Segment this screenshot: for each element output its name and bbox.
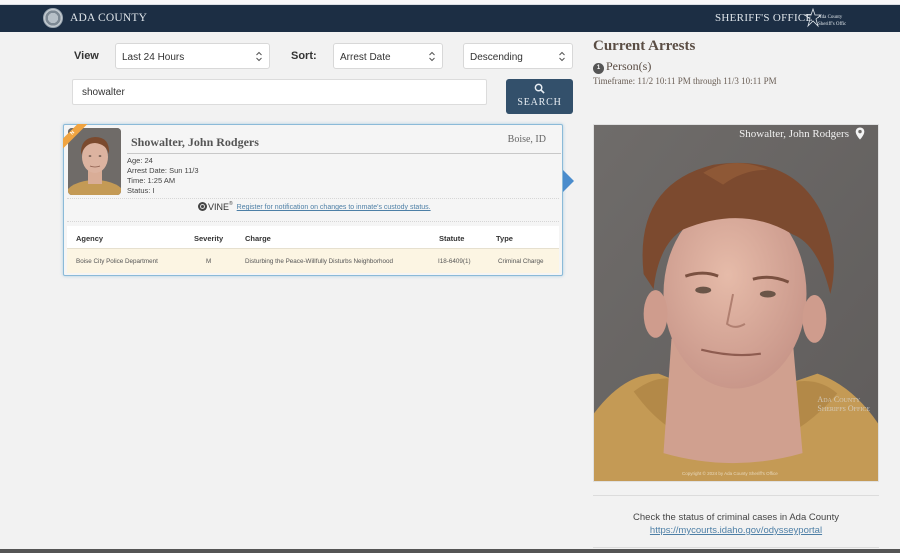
arrest-time: Time: 1:25 AM xyxy=(127,176,176,185)
svg-text:Ada County: Ada County xyxy=(818,15,843,20)
criminal-cases-text: Check the status of criminal cases in Ad… xyxy=(633,512,839,523)
brand-title[interactable]: ADA COUNTY xyxy=(70,12,147,24)
inmate-details: Age: 24 Arrest Date: Sun 11/3 Time: 1:25… xyxy=(127,156,199,196)
cell-statute: I18-6409(1) xyxy=(438,258,471,265)
sort-select[interactable]: Arrest Date xyxy=(333,43,443,69)
custody-status: Status: I xyxy=(127,186,155,195)
cell-charge: Disturbing the Peace-Willfully Disturbs … xyxy=(245,258,394,265)
window-bottom-edge xyxy=(0,549,900,553)
mugshot-image xyxy=(594,125,878,481)
select-caret-icon xyxy=(255,51,263,62)
col-charge: Charge xyxy=(245,234,271,243)
arrest-result-card[interactable]: N Showalter, John Rodgers Boise, ID Age:… xyxy=(63,124,563,276)
vine-register-link[interactable]: Register for notification on changes to … xyxy=(237,204,431,211)
search-button-label: SEARCH xyxy=(517,97,562,108)
col-agency: Agency xyxy=(76,234,104,243)
divider xyxy=(67,221,559,222)
sheriff-star-logo-icon[interactable]: Ada County Sheriff's Office xyxy=(803,7,849,31)
order-select[interactable]: Descending xyxy=(463,43,573,69)
new-ribbon-badge: N xyxy=(63,124,93,154)
inmate-city: Boise, ID xyxy=(507,134,546,145)
persons-count: 1 Person(s) xyxy=(593,59,651,74)
age: Age: 24 xyxy=(127,156,153,165)
photo-inmate-name: Showalter, John Rodgers xyxy=(739,128,849,140)
charges-header-row: Agency Severity Charge Statute Type xyxy=(67,226,559,249)
divider xyxy=(593,547,879,548)
divider xyxy=(67,198,559,199)
sort-select-value: Arrest Date xyxy=(340,52,391,63)
order-select-value: Descending xyxy=(470,52,523,63)
col-severity: Severity xyxy=(194,234,224,243)
persons-label: Person(s) xyxy=(606,59,652,73)
vine-logo-icon xyxy=(198,202,207,211)
photo-copyright: Copyright © 2024 by Ada County Sheriff's… xyxy=(682,471,778,476)
search-input[interactable] xyxy=(72,79,487,105)
cell-type: Criminal Charge xyxy=(498,258,544,265)
navbar: ADA COUNTY SHERIFF'S OFFICE Ada County S… xyxy=(0,5,900,32)
arrest-date: Arrest Date: Sun 11/3 xyxy=(127,166,199,175)
col-statute: Statute xyxy=(439,234,465,243)
select-caret-icon xyxy=(558,51,566,62)
divider xyxy=(593,495,879,496)
charges-table: Agency Severity Charge Statute Type Bois… xyxy=(67,226,559,273)
view-select-value: Last 24 Hours xyxy=(122,52,185,63)
count-badge: 1 xyxy=(593,63,604,74)
table-row[interactable]: Boise City Police Department M Disturbin… xyxy=(67,249,559,273)
divider xyxy=(127,153,561,154)
sheriffs-office-title[interactable]: SHERIFF'S OFFICE xyxy=(715,12,813,24)
selected-card-arrow-icon xyxy=(563,170,574,192)
current-arrests-title: Current Arrests xyxy=(593,38,696,54)
odyssey-portal-link[interactable]: https://mycourts.idaho.gov/odysseyportal xyxy=(593,525,879,536)
inmate-name[interactable]: Showalter, John Rodgers xyxy=(131,135,259,150)
mugshot-panel: Showalter, John Rodgers Ada County Sheri… xyxy=(593,124,879,482)
search-button[interactable]: SEARCH xyxy=(506,79,573,114)
svg-text:Sheriff's Office: Sheriff's Office xyxy=(818,22,846,27)
sort-label: Sort: xyxy=(291,50,317,62)
county-seal-icon[interactable] xyxy=(43,8,63,28)
view-select[interactable]: Last 24 Hours xyxy=(115,43,270,69)
col-type: Type xyxy=(496,234,513,243)
location-pin-icon[interactable] xyxy=(855,127,865,140)
select-caret-icon xyxy=(428,51,436,62)
timeframe: Timeframe: 11/2 10:11 PM through 11/3 10… xyxy=(593,76,777,86)
sheriff-watermark: Ada County Sheriffs Office xyxy=(817,395,870,413)
vine-notification: VINE® Register for notification on chang… xyxy=(198,201,431,212)
view-label: View xyxy=(74,50,99,62)
cell-severity: M xyxy=(206,258,212,265)
search-icon xyxy=(534,83,545,94)
vine-logo-text: VINE xyxy=(208,202,230,212)
registered-mark: ® xyxy=(229,201,233,207)
cell-agency: Boise City Police Department xyxy=(76,258,158,265)
